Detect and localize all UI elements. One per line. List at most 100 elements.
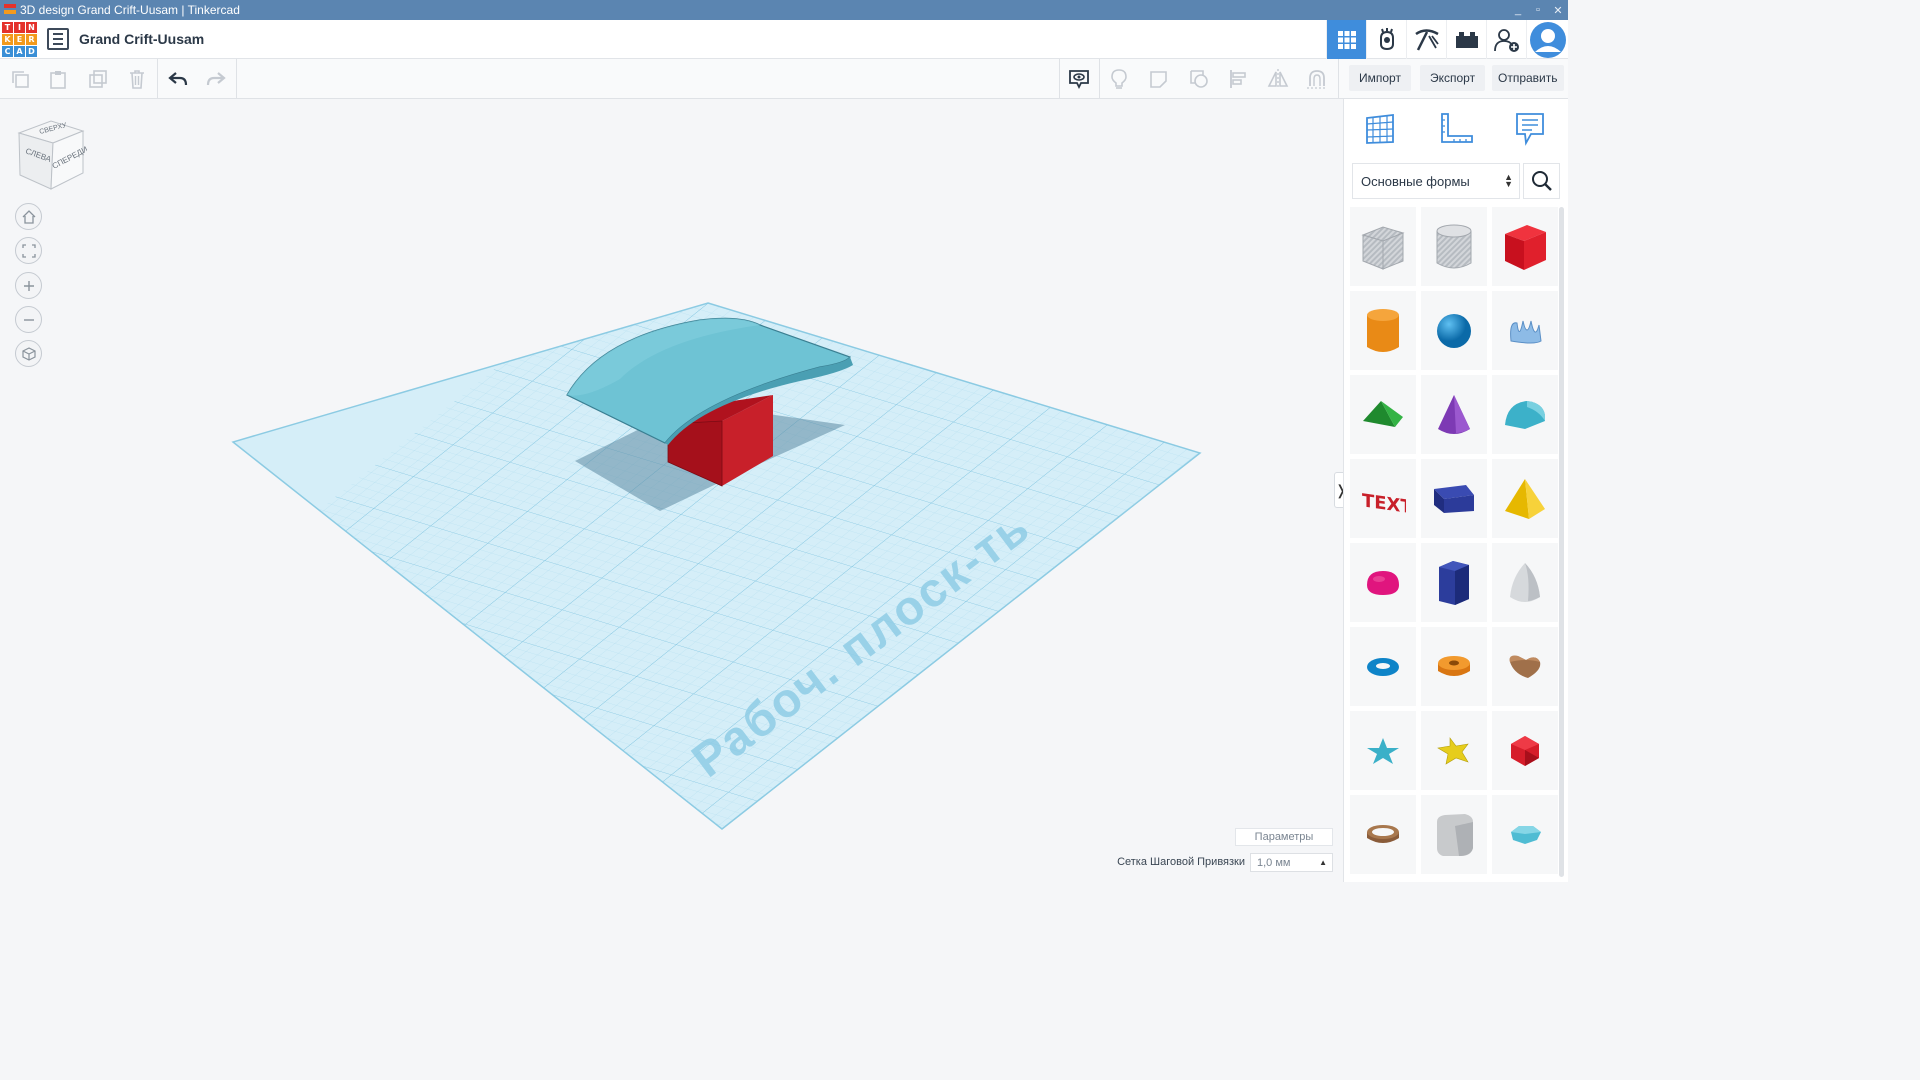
shape-search-button[interactable]	[1523, 163, 1560, 199]
mirror-icon	[1267, 68, 1289, 89]
app-icon	[4, 4, 16, 16]
design-title[interactable]: Grand Crift-Uusam	[79, 31, 204, 47]
shape-sphere[interactable]	[1421, 291, 1487, 370]
home-view-button[interactable]	[15, 203, 42, 230]
grid-view-button[interactable]	[1326, 20, 1366, 59]
logo-letter: C	[2, 45, 13, 57]
shape-roof[interactable]	[1350, 375, 1416, 454]
shape-torus[interactable]	[1350, 627, 1416, 706]
zoom-out-button[interactable]	[15, 306, 42, 333]
3d-viewport[interactable]: Рабоч. плоск-ть СВЕРХУ СЛЕВА СПЕРЕДИ	[0, 99, 1343, 882]
shape-cone[interactable]	[1421, 375, 1487, 454]
shape-icosahedron[interactable]	[1492, 711, 1558, 790]
import-button[interactable]: Импорт	[1349, 65, 1411, 91]
snap-grid-select[interactable]: 1,0 мм ▲	[1250, 853, 1333, 872]
shape-round-roof[interactable]	[1492, 375, 1558, 454]
close-button[interactable]: ✕	[1548, 4, 1568, 17]
shape-half-sphere[interactable]	[1350, 543, 1416, 622]
gallery-hand-icon	[1379, 27, 1394, 50]
maximize-button[interactable]: ▫	[1528, 4, 1548, 16]
light-button[interactable]	[1099, 59, 1139, 98]
minimize-button[interactable]: _	[1508, 4, 1528, 16]
tinkercad-logo[interactable]: T I N K E R C A D	[2, 21, 37, 57]
shape-scribble[interactable]	[1492, 291, 1558, 370]
shape-star-yellow[interactable]	[1421, 711, 1487, 790]
learn-button[interactable]	[1406, 20, 1446, 59]
half-sphere-icon	[1367, 570, 1399, 595]
redo-button[interactable]	[196, 59, 236, 98]
group-button[interactable]	[1179, 59, 1219, 98]
shape-star[interactable]	[1350, 711, 1416, 790]
shape-cylinder-hole[interactable]	[1421, 207, 1487, 286]
round-roof-icon	[1505, 400, 1545, 429]
user-avatar-button[interactable]	[1526, 20, 1568, 59]
pickaxe-icon	[1414, 28, 1439, 51]
shape-tube[interactable]	[1421, 627, 1487, 706]
gallery-button[interactable]	[1366, 20, 1406, 59]
torus-icon	[1367, 657, 1399, 676]
view-cube[interactable]: СВЕРХУ СЛЕВА СПЕРЕДИ	[17, 117, 87, 192]
scribble-icon	[1510, 320, 1542, 343]
plus-icon	[23, 280, 34, 291]
paraboloid-icon	[1510, 562, 1540, 602]
shape-paraboloid[interactable]	[1492, 543, 1558, 622]
avatar-icon	[1529, 21, 1566, 58]
bricks-button[interactable]	[1446, 20, 1486, 59]
shape-rounded-box[interactable]	[1421, 795, 1487, 874]
window-titlebar: 3D design Grand Crift-Uusam | Tinkercad …	[0, 0, 1568, 20]
pyramid-icon	[1505, 478, 1545, 519]
shape-polygon[interactable]	[1421, 543, 1487, 622]
note-button[interactable]	[1139, 59, 1179, 98]
shape-cylinder[interactable]	[1350, 291, 1416, 370]
duplicate-button[interactable]	[78, 59, 118, 98]
logo-letter: A	[14, 45, 25, 57]
grid-icon	[1366, 113, 1394, 144]
tab-ruler[interactable]	[1436, 109, 1476, 149]
shape-wedge[interactable]	[1421, 459, 1487, 538]
zoom-in-button[interactable]	[15, 272, 42, 299]
search-icon	[1531, 171, 1552, 191]
export-button[interactable]: Экспорт	[1420, 65, 1486, 91]
delete-button[interactable]	[117, 59, 157, 98]
logo-letter: K	[2, 33, 13, 45]
cone-icon	[1438, 394, 1470, 434]
perspective-button[interactable]	[15, 340, 42, 367]
text-shape-icon: TEXT	[1362, 490, 1406, 514]
design-menu-button[interactable]	[47, 28, 69, 50]
tab-workplane[interactable]	[1360, 109, 1400, 149]
send-button[interactable]: Отправить	[1492, 65, 1564, 91]
shape-pyramid[interactable]	[1492, 459, 1558, 538]
window-title: 3D design Grand Crift-Uusam | Tinkercad	[20, 3, 240, 17]
shape-text[interactable]: TEXT	[1350, 459, 1416, 538]
polygon-icon	[1439, 560, 1469, 605]
fit-view-button[interactable]	[15, 237, 42, 264]
panel-scrollbar[interactable]	[1559, 207, 1564, 877]
workplane-scene[interactable]: Рабоч. плоск-ть	[0, 99, 1343, 882]
copy-button[interactable]	[0, 59, 40, 98]
settings-button[interactable]: Параметры	[1235, 828, 1333, 846]
box-icon	[1505, 224, 1546, 270]
shape-ring[interactable]	[1350, 795, 1416, 874]
tube-icon	[1438, 655, 1470, 676]
shape-heart[interactable]	[1492, 627, 1558, 706]
shape-category-select[interactable]: Основные формы ▲ ▼	[1352, 163, 1520, 199]
note-icon	[1150, 70, 1167, 88]
shape-box[interactable]	[1492, 207, 1558, 286]
align-button[interactable]	[1219, 59, 1259, 98]
shape-diamond[interactable]	[1492, 795, 1558, 874]
mirror-button[interactable]	[1258, 59, 1298, 98]
undo-button[interactable]	[158, 59, 198, 98]
tab-notes[interactable]	[1510, 109, 1550, 149]
group-icon	[1190, 69, 1208, 88]
home-icon	[22, 209, 35, 224]
bricks-icon	[1455, 31, 1478, 48]
redo-icon	[206, 71, 226, 85]
logo-letter: R	[26, 33, 37, 45]
show-all-button[interactable]	[1059, 59, 1099, 98]
cruise-button[interactable]	[1297, 59, 1337, 98]
shape-box-hole[interactable]	[1350, 207, 1416, 286]
add-user-button[interactable]	[1486, 20, 1526, 59]
icosahedron-icon	[1511, 735, 1539, 766]
paste-button[interactable]	[38, 59, 78, 98]
updown-icon: ▲ ▼	[1504, 172, 1513, 189]
